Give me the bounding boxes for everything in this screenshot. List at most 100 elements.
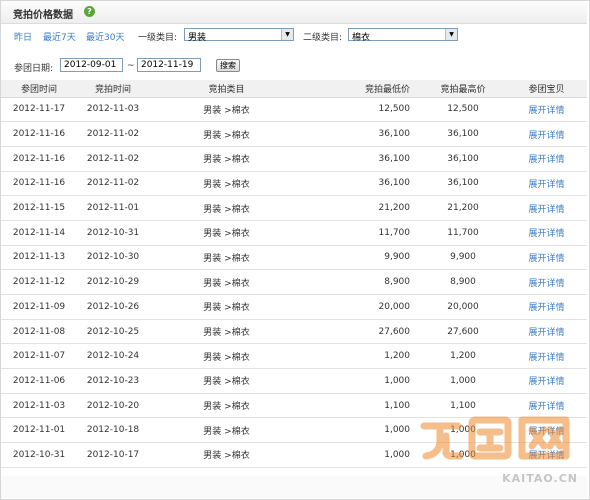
cell-min-price: 20,000	[304, 294, 420, 320]
cell-join-date: 2012-11-17	[1, 97, 77, 123]
date-from-input[interactable]: 2012-09-01	[60, 58, 123, 72]
cell-max-price: 20,000	[420, 294, 506, 320]
cell-details-link[interactable]: 展开详情	[506, 220, 587, 246]
col-min-price: 竞拍最低价	[304, 80, 420, 98]
cell-category: 男装 >棉衣	[149, 442, 304, 468]
cell-auction-date: 2012-11-02	[77, 171, 149, 197]
table-row: 2012-11-16 2012-11-02 男装 >棉衣 36,100 36,100 展开…	[1, 121, 587, 147]
cell-category: 男装 >棉衣	[149, 393, 304, 419]
level2-value: 棉衣	[352, 33, 371, 43]
range-30days[interactable]: 最近30天	[86, 30, 124, 43]
cell-details-link[interactable]: 展开详情	[506, 269, 587, 295]
cell-details-link[interactable]: 展开详情	[506, 195, 587, 221]
cell-auction-date: 2012-10-31	[77, 220, 149, 246]
cell-category: 男装 >棉衣	[149, 195, 304, 221]
cell-join-date: 2012-11-12	[1, 269, 77, 295]
cell-join-date: 2012-11-13	[1, 245, 77, 271]
cell-details-link[interactable]: 展开详情	[506, 294, 587, 320]
table-row: 2012-11-16 2012-11-02 男装 >棉衣 36,100 36,100 展开…	[1, 146, 587, 172]
help-icon[interactable]: ?	[84, 6, 95, 17]
cell-auction-date: 2012-10-29	[77, 269, 149, 295]
table-row: 2012-11-16 2012-11-02 男装 >棉衣 36,100 36,100 展开…	[1, 171, 587, 197]
cell-min-price: 36,100	[304, 171, 420, 197]
table-footer	[1, 476, 587, 498]
cell-min-price: 1,200	[304, 343, 420, 370]
cell-min-price: 11,700	[304, 220, 420, 246]
cell-category: 男装 >棉衣	[149, 319, 304, 345]
cell-join-date: 2012-11-16	[1, 121, 77, 147]
cell-join-date: 2012-11-08	[1, 319, 77, 345]
cell-join-date: 2012-11-15	[1, 195, 77, 221]
cell-join-date: 2012-11-09	[1, 294, 77, 320]
level1-select[interactable]: 男装 ▼	[184, 28, 294, 43]
cell-join-date: 2012-11-07	[1, 343, 77, 370]
cell-auction-date: 2012-11-03	[77, 97, 149, 123]
cell-details-link[interactable]: 展开详情	[506, 245, 587, 271]
cell-details-link[interactable]: 展开详情	[506, 121, 587, 147]
cell-details-link[interactable]: 展开详情	[506, 97, 587, 123]
table-row: 2012-11-14 2012-10-31 男装 >棉衣 11,700 11,700 展开…	[1, 220, 587, 246]
col-category: 竞拍类目	[149, 80, 304, 98]
cell-category: 男装 >棉衣	[149, 121, 304, 147]
range-yesterday[interactable]: 昨日	[14, 30, 32, 43]
cell-max-price: 36,100	[420, 146, 506, 172]
cell-category: 男装 >棉衣	[149, 269, 304, 295]
cell-join-date: 2012-11-01	[1, 417, 77, 444]
cell-details-link[interactable]: 展开详情	[506, 368, 587, 394]
cell-details-link[interactable]: 展开详情	[506, 393, 587, 419]
cell-join-date: 2012-11-16	[1, 146, 77, 172]
cell-details-link[interactable]: 展开详情	[506, 171, 587, 197]
col-items: 参团宝贝	[506, 80, 587, 98]
chevron-down-icon: ▼	[445, 29, 457, 40]
cell-category: 男装 >棉衣	[149, 343, 304, 370]
cell-join-date: 2012-10-31	[1, 442, 77, 468]
cell-min-price: 21,200	[304, 195, 420, 221]
table-row: 2012-11-09 2012-10-26 男装 >棉衣 20,000 20,000 展开…	[1, 294, 587, 320]
table-row: 2012-11-12 2012-10-29 男装 >棉衣 8,900 8,900 展开详情	[1, 269, 587, 295]
cell-category: 男装 >棉衣	[149, 368, 304, 394]
cell-join-date: 2012-11-14	[1, 220, 77, 246]
cell-max-price: 11,700	[420, 220, 506, 246]
date-to-value: 2012-11-19	[141, 60, 194, 70]
panel-header: 竞拍价格数据 ?	[1, 1, 587, 24]
level1-value: 男装	[188, 33, 207, 43]
level1-label: 一级类目:	[138, 33, 178, 43]
level2-select[interactable]: 棉衣 ▼	[348, 28, 458, 43]
cell-min-price: 36,100	[304, 121, 420, 147]
search-button[interactable]: 搜索	[216, 59, 240, 72]
price-table: 参团时间 竞拍时间 竞拍类目 竞拍最低价 竞拍最高价 参团宝贝 2012-11-…	[1, 80, 587, 468]
cell-auction-date: 2012-10-20	[77, 393, 149, 419]
cell-min-price: 9,900	[304, 245, 420, 271]
cell-category: 男装 >棉衣	[149, 97, 304, 123]
cell-details-link[interactable]: 展开详情	[506, 319, 587, 345]
cell-join-date: 2012-11-16	[1, 171, 77, 197]
date-from-value: 2012-09-01	[64, 60, 117, 70]
cell-auction-date: 2012-11-01	[77, 195, 149, 221]
date-label: 参团日期:	[14, 64, 54, 74]
cell-details-link[interactable]: 展开详情	[506, 417, 587, 444]
cell-category: 男装 >棉衣	[149, 146, 304, 172]
date-separator: ~	[127, 61, 135, 71]
cell-auction-date: 2012-10-17	[77, 442, 149, 468]
cell-max-price: 1,200	[420, 343, 506, 370]
cell-max-price: 1,000	[420, 368, 506, 394]
table-row: 2012-11-06 2012-10-23 男装 >棉衣 1,000 1,000 展开详情	[1, 368, 587, 394]
table-row: 2012-10-31 2012-10-17 男装 >棉衣 1,000 1,000 展开详情	[1, 442, 587, 468]
cell-details-link[interactable]: 展开详情	[506, 146, 587, 172]
table-header-row: 参团时间 竞拍时间 竞拍类目 竞拍最低价 竞拍最高价 参团宝贝	[1, 80, 587, 98]
level2-label: 二级类目:	[303, 33, 343, 43]
cell-join-date: 2012-11-06	[1, 368, 77, 394]
cell-details-link[interactable]: 展开详情	[506, 442, 587, 468]
cell-min-price: 1,000	[304, 442, 420, 468]
table-row: 2012-11-17 2012-11-03 男装 >棉衣 12,500 12,500 展开…	[1, 97, 587, 123]
cell-auction-date: 2012-10-24	[77, 343, 149, 370]
cell-auction-date: 2012-10-25	[77, 319, 149, 345]
cell-min-price: 1,000	[304, 417, 420, 444]
cell-category: 男装 >棉衣	[149, 294, 304, 320]
table-row: 2012-11-03 2012-10-20 男装 >棉衣 1,100 1,100 展开详情	[1, 393, 587, 419]
range-7days[interactable]: 最近7天	[43, 30, 76, 43]
date-to-input[interactable]: 2012-11-19	[137, 58, 201, 72]
cell-max-price: 36,100	[420, 121, 506, 147]
cell-details-link[interactable]: 展开详情	[506, 343, 587, 370]
cell-max-price: 12,500	[420, 97, 506, 123]
